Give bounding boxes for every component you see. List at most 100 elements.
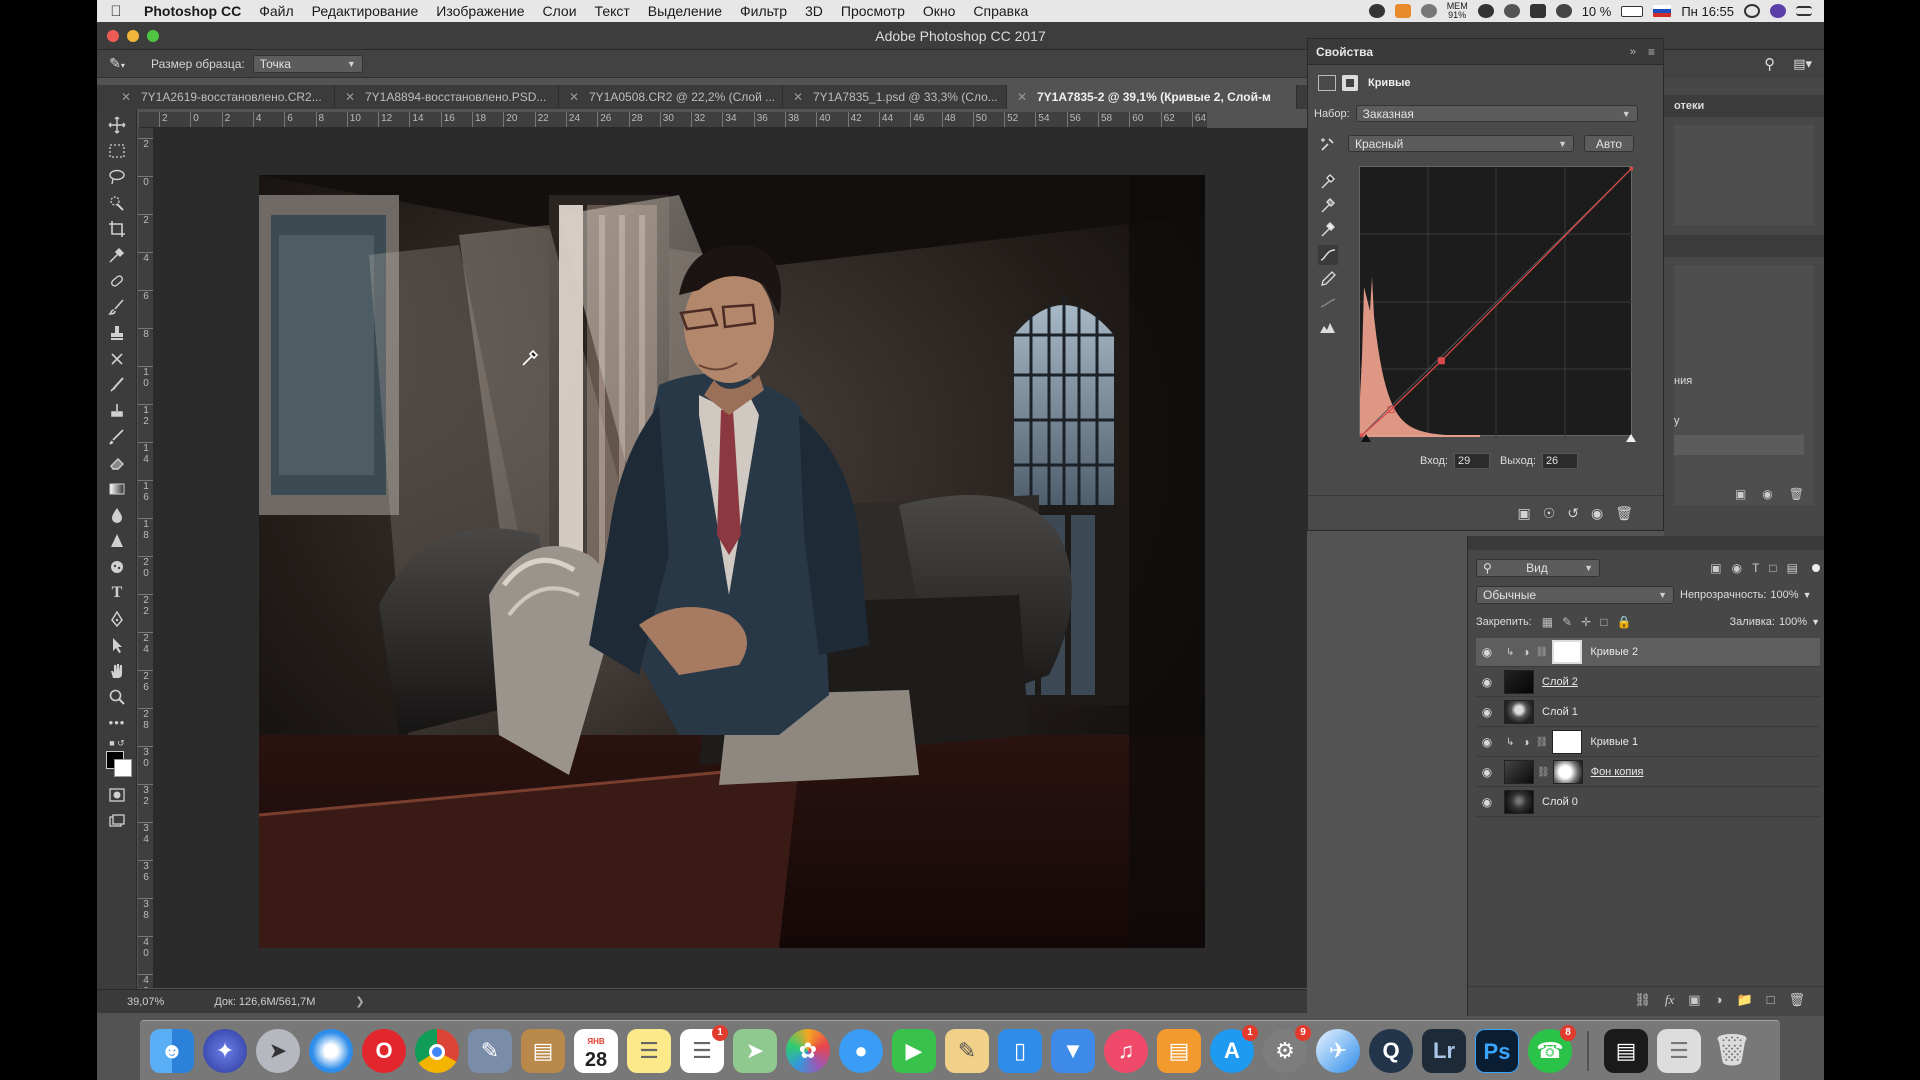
tab-document-1[interactable]: ✕ 7Y1A2619-восстановлено.CR2... bbox=[111, 85, 335, 109]
siri-icon[interactable]: ✦ bbox=[203, 1028, 247, 1073]
curve-control-point[interactable] bbox=[1629, 167, 1633, 171]
quick-selection-tool-icon[interactable] bbox=[107, 193, 127, 213]
layer-style-icon[interactable]: fx bbox=[1665, 992, 1674, 1008]
calendar-icon[interactable]: ЯНВ 28 bbox=[574, 1028, 618, 1073]
menu-help[interactable]: Справка bbox=[964, 3, 1037, 19]
chrome-icon[interactable] bbox=[415, 1028, 459, 1073]
input-language-icon[interactable] bbox=[1653, 5, 1672, 17]
clock[interactable]: Пн 16:55 bbox=[1681, 4, 1734, 19]
eye-icon[interactable]: ◉ bbox=[1476, 795, 1498, 809]
delete-adjustment-icon[interactable]: 🗑 bbox=[1615, 505, 1633, 522]
filter-toggle-icon[interactable] bbox=[1812, 564, 1820, 572]
new-adjustment-layer-icon[interactable]: ◑ bbox=[1715, 992, 1723, 1007]
tab-document-4[interactable]: ✕ 7Y1A7835_1.psd @ 33,3% (Сло... bbox=[783, 85, 1007, 109]
eyedropper-tool-preset-icon[interactable]: ✎▾ bbox=[97, 55, 137, 72]
view-previous-state-icon[interactable]: ☉ bbox=[1543, 505, 1556, 522]
dodge-tool-icon[interactable] bbox=[107, 531, 127, 551]
marquee-tool-icon[interactable] bbox=[107, 141, 127, 161]
preset-select[interactable]: Заказная ▼ bbox=[1355, 105, 1638, 122]
notes-book-icon[interactable]: ▤ bbox=[521, 1028, 565, 1073]
chain-link-icon[interactable]: ⛓ bbox=[1536, 647, 1549, 658]
menu-window[interactable]: Окно bbox=[914, 3, 965, 19]
messages-icon[interactable]: ● bbox=[839, 1028, 883, 1073]
desktop-stack-icon[interactable]: ▤ bbox=[1604, 1028, 1648, 1073]
keynote-icon[interactable]: ▼ bbox=[1051, 1028, 1095, 1073]
curve-points-tool-icon[interactable] bbox=[1318, 245, 1338, 265]
on-image-adjust-icon[interactable] bbox=[1318, 135, 1338, 155]
black-point-eyedropper-icon[interactable] bbox=[1318, 171, 1338, 191]
apple-icon[interactable]:  bbox=[97, 3, 135, 20]
workspace-icon[interactable]: ▤▾ bbox=[1793, 56, 1812, 72]
screen-mode-icon[interactable] bbox=[107, 811, 127, 831]
opera-icon[interactable]: O bbox=[362, 1028, 406, 1073]
canvas-area[interactable] bbox=[154, 128, 1307, 988]
toggle-visibility-icon[interactable]: ◉ bbox=[1591, 505, 1603, 522]
eye-icon[interactable]: ◉ bbox=[1476, 765, 1498, 779]
pencil-draw-curve-icon[interactable] bbox=[1318, 269, 1338, 289]
delete-state-icon[interactable]: 🗑 bbox=[1789, 487, 1804, 501]
keyboard-icon[interactable] bbox=[1529, 4, 1546, 18]
lock-icons[interactable]: ▦✎✛□🔒 bbox=[1542, 615, 1641, 629]
opacity-value[interactable]: 100% bbox=[1770, 589, 1798, 601]
link-layers-icon[interactable]: ⛓ bbox=[1634, 992, 1651, 1008]
crop-tool-icon[interactable] bbox=[107, 219, 127, 239]
mail-icon[interactable]: ✈ bbox=[1316, 1028, 1360, 1073]
output-field[interactable]: 26 bbox=[1541, 453, 1578, 469]
hand-tool-icon[interactable] bbox=[107, 661, 127, 681]
documents-stack-icon[interactable]: ☰ bbox=[1657, 1028, 1701, 1073]
vertical-ruler[interactable]: 2 0 2 4 6 8 1 0 1 2 1 4 1 6 1 8 2 0 2 2 2 4 2 6 2 8 3 0 3… bbox=[138, 128, 154, 988]
lightroom-icon[interactable]: Lr bbox=[1422, 1028, 1466, 1073]
notes-icon[interactable]: ☰ bbox=[627, 1028, 671, 1073]
curve-control-point[interactable] bbox=[1437, 357, 1445, 365]
pen-tool-icon[interactable] bbox=[107, 609, 127, 629]
close-tab-icon[interactable]: ✕ bbox=[569, 85, 579, 109]
tab-document-2[interactable]: ✕ 7Y1A8894-восстановлено.PSD... bbox=[335, 85, 559, 109]
history-state-selected[interactable] bbox=[1674, 435, 1804, 455]
close-tab-icon[interactable]: ✕ bbox=[345, 85, 355, 109]
chain-link-icon[interactable]: ⛓ bbox=[1536, 737, 1549, 748]
sample-size-select[interactable]: Точка ▼ bbox=[252, 54, 363, 73]
status-menu-arrow-icon[interactable]: ❯ bbox=[355, 995, 364, 1008]
facetime-icon[interactable]: ▶ bbox=[892, 1028, 936, 1073]
wifi-icon[interactable] bbox=[1555, 4, 1572, 18]
menu-file[interactable]: Файл bbox=[250, 3, 302, 19]
layer-filter-select[interactable]: ⚲ Вид ▼ bbox=[1476, 559, 1600, 577]
eyedropper-tool-icon[interactable] bbox=[107, 245, 127, 265]
maps-icon[interactable]: ➤ bbox=[733, 1028, 777, 1073]
blend-mode-select[interactable]: Обычные ▼ bbox=[1476, 586, 1674, 604]
input-field[interactable]: 29 bbox=[1453, 453, 1490, 469]
battery-icon[interactable] bbox=[1621, 5, 1644, 17]
add-mask-icon[interactable]: ▣ bbox=[1688, 992, 1700, 1008]
itunes-icon[interactable]: ♫ bbox=[1104, 1028, 1148, 1073]
whatsapp-icon[interactable]: ☎ 8 bbox=[1528, 1024, 1576, 1073]
move-tool-icon[interactable] bbox=[107, 115, 127, 135]
new-layer-icon[interactable]: □ bbox=[1767, 992, 1775, 1007]
panel-menu-icon[interactable]: ≡ bbox=[1648, 45, 1655, 59]
gray-point-eyedropper-icon[interactable] bbox=[1318, 195, 1338, 215]
lasso-tool-icon[interactable] bbox=[107, 167, 127, 187]
channel-select[interactable]: Красный ▼ bbox=[1348, 135, 1574, 152]
record-icon[interactable] bbox=[1368, 4, 1385, 18]
menu-layers[interactable]: Слои bbox=[534, 3, 586, 19]
system-preferences-icon[interactable]: ⚙ 9 bbox=[1263, 1024, 1311, 1073]
layer-filter-icons[interactable]: ▣◉T□▤ bbox=[1710, 561, 1808, 575]
bell-icon[interactable] bbox=[1477, 4, 1494, 18]
eye-icon[interactable]: ◉ bbox=[1476, 735, 1498, 749]
chevron-down-icon[interactable]: ▼ bbox=[1803, 590, 1812, 600]
more-tools-icon[interactable]: ••• bbox=[107, 713, 127, 733]
sponge-tool-icon[interactable] bbox=[107, 557, 127, 577]
new-group-icon[interactable]: 📁 bbox=[1736, 992, 1752, 1008]
document-photo[interactable] bbox=[259, 175, 1205, 948]
menu-type[interactable]: Текст bbox=[586, 3, 639, 19]
notification-center-icon[interactable] bbox=[1796, 6, 1812, 16]
curves-graph[interactable] bbox=[1359, 166, 1633, 437]
swap-colors-icon[interactable]: ■ ↺ bbox=[107, 737, 127, 749]
tab-document-5-active[interactable]: ✕ 7Y1A7835-2 @ 39,1% (Кривые 2, Слой-м bbox=[1007, 85, 1297, 109]
photos-icon[interactable]: ✿ bbox=[786, 1028, 830, 1073]
menu-select[interactable]: Выделение bbox=[639, 3, 731, 19]
quick-mask-icon[interactable] bbox=[107, 785, 127, 805]
tab-document-3[interactable]: ✕ 7Y1A0508.CR2 @ 22,2% (Слой ... bbox=[559, 85, 783, 109]
type-tool-icon[interactable]: T bbox=[107, 583, 127, 603]
properties-title[interactable]: Свойства bbox=[1316, 45, 1373, 59]
blur-tool-icon[interactable] bbox=[107, 505, 127, 525]
